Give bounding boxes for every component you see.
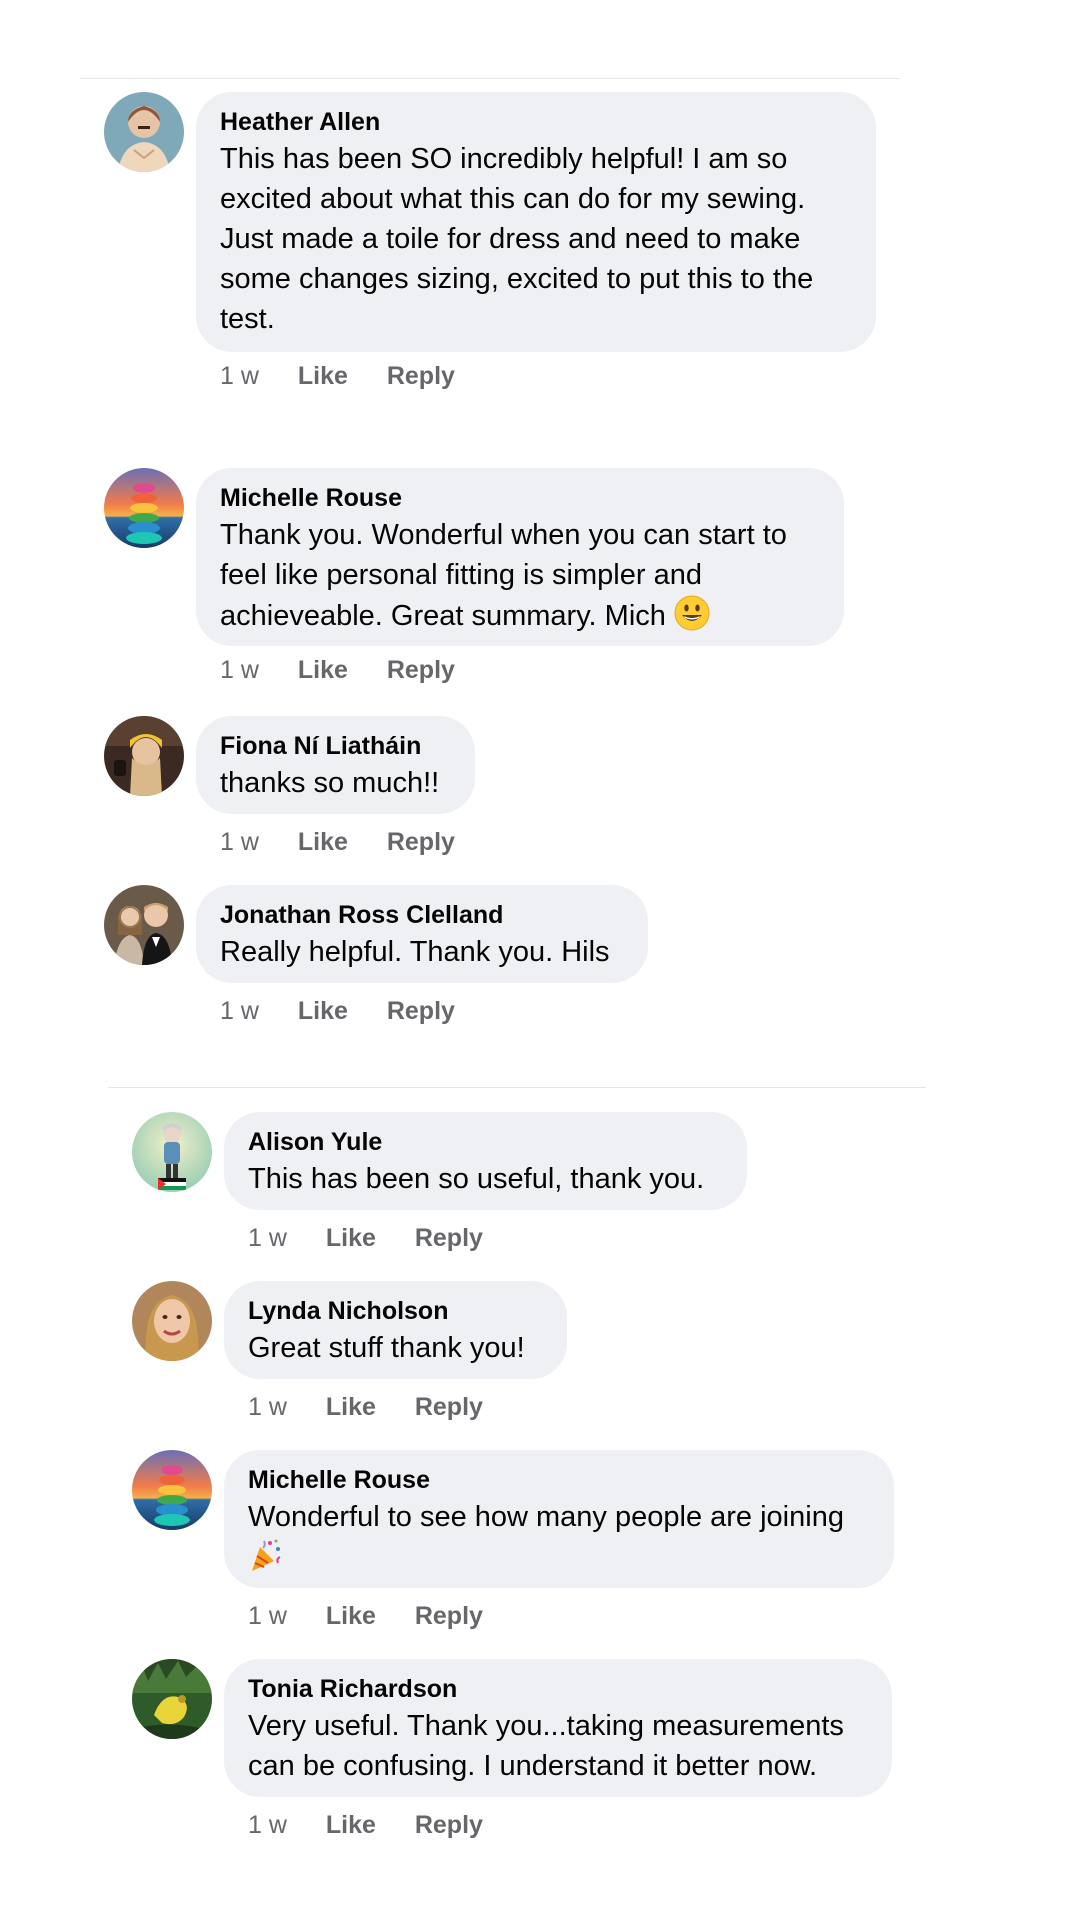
comment-timestamp[interactable]: 1 w: [248, 1393, 287, 1421]
comment: Michelle Rouse Wonderful to see how many…: [132, 1450, 1032, 1640]
comment-bubble: Jonathan Ross Clelland Really helpful. T…: [196, 885, 648, 983]
comment-actions: 1 w Like Reply: [248, 1222, 515, 1254]
comment-actions: 1 w Like Reply: [220, 360, 487, 392]
comment-text: thanks so much!!: [220, 767, 440, 799]
comment: Heather Allen This has been SO incredibl…: [104, 92, 1004, 412]
comment-actions: 1 w Like Reply: [248, 1600, 515, 1632]
avatar[interactable]: [132, 1112, 212, 1192]
comment-text: Very useful. Thank you...taking measurem…: [248, 1710, 844, 1782]
comment: Tonia Richardson Very useful. Thank you.…: [132, 1659, 1032, 1859]
comment-text: Great stuff thank you!: [248, 1332, 525, 1364]
reply-button[interactable]: Reply: [415, 1393, 483, 1421]
comment: Michelle Rouse Thank you. Wonderful when…: [104, 468, 1004, 688]
comment-text: This has been so useful, thank you.: [248, 1163, 705, 1195]
reply-button[interactable]: Reply: [387, 362, 455, 390]
comment: Jonathan Ross Clelland Really helpful. T…: [104, 885, 1004, 1035]
comment-author[interactable]: Michelle Rouse: [248, 1463, 870, 1497]
comment-text: This has been SO incredibly helpful! I a…: [220, 143, 814, 335]
comment-bubble: Tonia Richardson Very useful. Thank you.…: [224, 1659, 892, 1797]
comment-timestamp[interactable]: 1 w: [248, 1811, 287, 1839]
like-button[interactable]: Like: [298, 362, 348, 390]
like-button[interactable]: Like: [326, 1224, 376, 1252]
top-divider: [80, 78, 900, 79]
comment-text-wrap: Wonderful to see how many people are joi…: [248, 1497, 870, 1578]
reply-button[interactable]: Reply: [415, 1602, 483, 1630]
comment-author[interactable]: Michelle Rouse: [220, 481, 820, 515]
avatar[interactable]: [104, 92, 184, 172]
avatar[interactable]: [104, 716, 184, 796]
comment-timestamp[interactable]: 1 w: [248, 1224, 287, 1252]
comment-author[interactable]: Jonathan Ross Clelland: [220, 898, 624, 932]
reply-button[interactable]: Reply: [415, 1811, 483, 1839]
comment-actions: 1 w Like Reply: [220, 826, 487, 858]
comment-timestamp[interactable]: 1 w: [248, 1602, 287, 1630]
comment-author[interactable]: Heather Allen: [220, 105, 852, 139]
comment-actions: 1 w Like Reply: [220, 654, 487, 686]
comment-bubble: Michelle Rouse Thank you. Wonderful when…: [196, 468, 844, 646]
like-button[interactable]: Like: [298, 656, 348, 684]
comment-bubble: Lynda Nicholson Great stuff thank you!: [224, 1281, 567, 1379]
avatar[interactable]: [132, 1659, 212, 1739]
section-divider: [108, 1087, 926, 1088]
party-popper-emoji: [252, 1539, 281, 1571]
reply-button[interactable]: Reply: [387, 656, 455, 684]
comment-bubble: Heather Allen This has been SO incredibl…: [196, 92, 876, 352]
comment-actions: 1 w Like Reply: [220, 995, 487, 1027]
avatar[interactable]: [132, 1450, 212, 1530]
comment-timestamp[interactable]: 1 w: [220, 997, 259, 1025]
comment-author[interactable]: Fiona Ní Liatháin: [220, 729, 451, 763]
comment-bubble: Alison Yule This has been so useful, tha…: [224, 1112, 747, 1210]
comment: Alison Yule This has been so useful, tha…: [132, 1112, 1032, 1262]
like-button[interactable]: Like: [298, 828, 348, 856]
avatar[interactable]: [132, 1281, 212, 1361]
avatar[interactable]: [104, 885, 184, 965]
comment-actions: 1 w Like Reply: [248, 1809, 515, 1841]
comment-timestamp[interactable]: 1 w: [220, 828, 259, 856]
reply-button[interactable]: Reply: [387, 828, 455, 856]
comment-timestamp[interactable]: 1 w: [220, 656, 259, 684]
comment-text: Really helpful. Thank you. Hils: [220, 936, 610, 968]
like-button[interactable]: Like: [326, 1602, 376, 1630]
comment-actions: 1 w Like Reply: [248, 1391, 515, 1423]
comment-timestamp[interactable]: 1 w: [220, 362, 259, 390]
comment-author[interactable]: Lynda Nicholson: [248, 1294, 543, 1328]
comment-bubble: Michelle Rouse Wonderful to see how many…: [224, 1450, 894, 1588]
comment-text-wrap: Thank you. Wonderful when you can start …: [220, 515, 820, 636]
comment-bubble: Fiona Ní Liatháin thanks so much!!: [196, 716, 475, 814]
reply-button[interactable]: Reply: [387, 997, 455, 1025]
like-button[interactable]: Like: [298, 997, 348, 1025]
comment: Fiona Ní Liatháin thanks so much!! 1 w L…: [104, 716, 1004, 866]
grinning-face-emoji: [674, 595, 710, 631]
reply-button[interactable]: Reply: [415, 1224, 483, 1252]
comment-text: Wonderful to see how many people are joi…: [248, 1501, 844, 1533]
comment-author[interactable]: Tonia Richardson: [248, 1672, 868, 1706]
like-button[interactable]: Like: [326, 1811, 376, 1839]
comment-author[interactable]: Alison Yule: [248, 1125, 723, 1159]
like-button[interactable]: Like: [326, 1393, 376, 1421]
avatar[interactable]: [104, 468, 184, 548]
comment: Lynda Nicholson Great stuff thank you! 1…: [132, 1281, 1032, 1431]
